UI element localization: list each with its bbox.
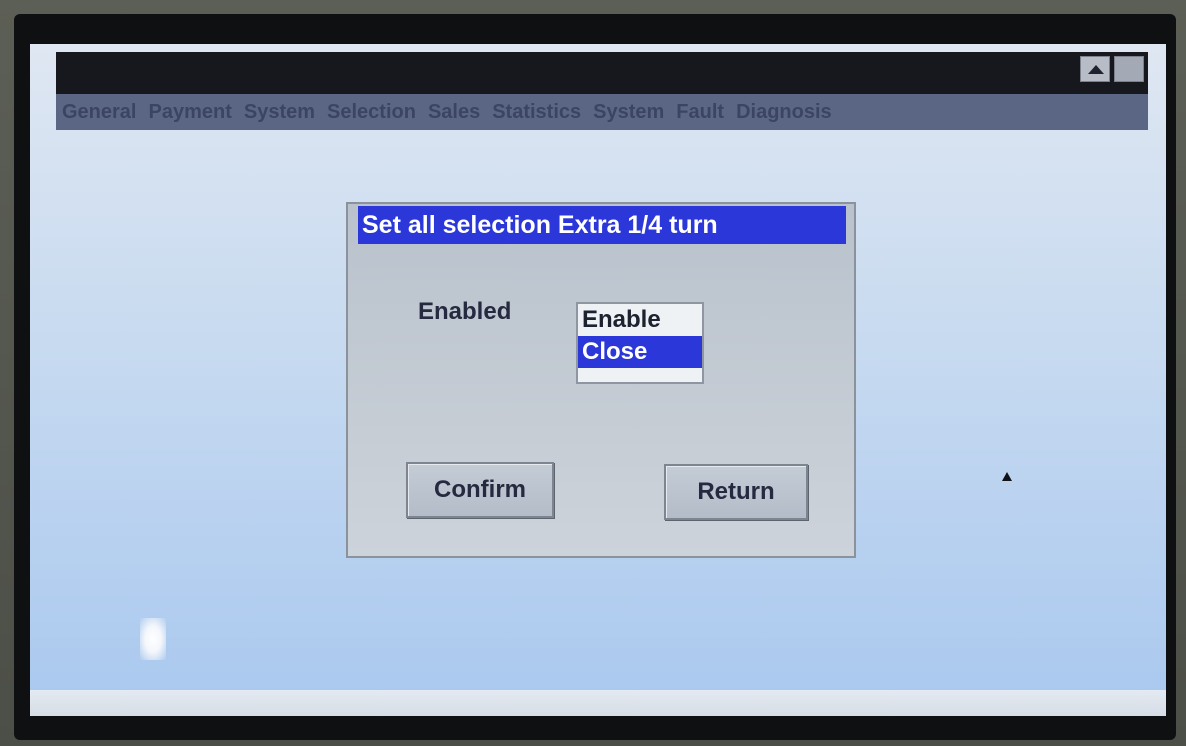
pointer-icon bbox=[1002, 472, 1012, 481]
square-button[interactable] bbox=[1114, 56, 1144, 82]
option-enable[interactable]: Enable bbox=[578, 304, 702, 336]
menu-item-general[interactable]: General bbox=[62, 101, 136, 124]
menu-item-statistics[interactable]: Statistics bbox=[492, 101, 581, 124]
option-close[interactable]: Close bbox=[578, 336, 702, 368]
enabled-listbox[interactable]: Enable Close bbox=[576, 302, 704, 384]
menu-item-system-2[interactable]: System bbox=[593, 101, 664, 124]
menu-item-diagnosis[interactable]: Diagnosis bbox=[736, 101, 832, 124]
bottom-status-strip bbox=[30, 690, 1166, 716]
return-button[interactable]: Return bbox=[664, 464, 808, 520]
extra-quarter-turn-dialog: Set all selection Extra 1/4 turn Enabled… bbox=[346, 202, 856, 558]
menu-item-fault[interactable]: Fault bbox=[676, 101, 724, 124]
scroll-up-button[interactable] bbox=[1080, 56, 1110, 82]
enabled-label: Enabled bbox=[418, 298, 512, 325]
menu-bar: General Payment System Selection Sales S… bbox=[56, 94, 1148, 130]
confirm-button[interactable]: Confirm bbox=[406, 462, 554, 518]
screen: General Payment System Selection Sales S… bbox=[30, 44, 1166, 716]
menu-item-sales[interactable]: Sales bbox=[428, 101, 480, 124]
device-housing: General Payment System Selection Sales S… bbox=[0, 0, 1186, 746]
menu-item-selection[interactable]: Selection bbox=[327, 101, 416, 124]
dialog-title: Set all selection Extra 1/4 turn bbox=[358, 206, 846, 244]
menu-item-payment[interactable]: Payment bbox=[148, 101, 231, 124]
menu-item-system[interactable]: System bbox=[244, 101, 315, 124]
screen-glare bbox=[140, 618, 166, 660]
window-title-bar bbox=[56, 52, 1148, 94]
